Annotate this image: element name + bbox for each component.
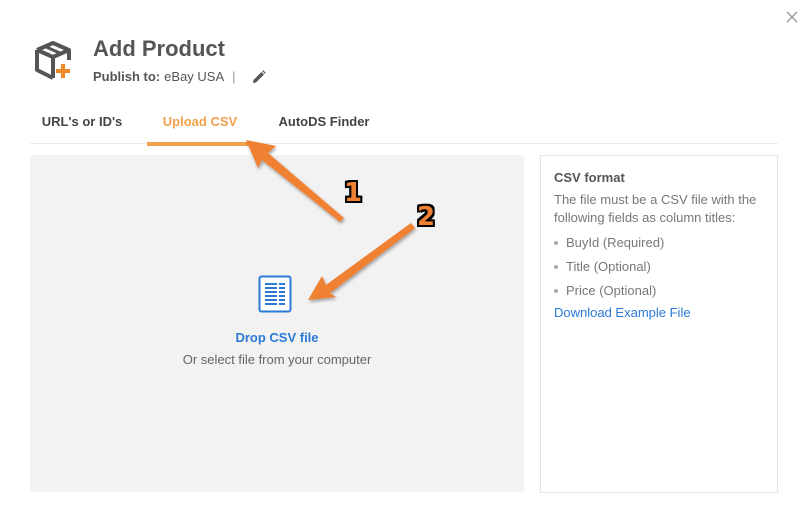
list-item: BuyId (Required)	[554, 231, 764, 255]
separator: |	[232, 69, 236, 84]
csv-file-icon	[258, 275, 292, 313]
publish-label: Publish to:	[93, 69, 161, 84]
csv-field-list: BuyId (Required) Title (Optional) Price …	[554, 231, 764, 303]
package-add-icon	[35, 41, 71, 80]
publish-to: Publish to: eBay USA |	[93, 69, 266, 84]
close-button[interactable]	[784, 9, 800, 25]
csv-dropzone[interactable]: Drop CSV file Or select file from your c…	[30, 155, 524, 492]
select-file-hint: Or select file from your computer	[182, 352, 372, 367]
tab-upload-csv[interactable]: Upload CSV	[147, 107, 253, 146]
annotation-number-1: 1	[344, 178, 363, 208]
drop-csv-title: Drop CSV file	[235, 330, 319, 345]
csv-format-heading: CSV format	[554, 170, 625, 185]
pencil-icon[interactable]	[252, 69, 266, 84]
tab-autods-finder[interactable]: AutoDS Finder	[266, 107, 382, 144]
bullet-icon	[554, 240, 558, 245]
publish-marketplace: eBay USA	[164, 69, 225, 84]
csv-format-description: The file must be a CSV file with the fol…	[554, 192, 757, 225]
tab-urls-or-ids[interactable]: URL's or ID's	[30, 107, 134, 144]
tab-bar: URL's or ID's Upload CSV AutoDS Finder	[30, 107, 778, 146]
download-example-link[interactable]: Download Example File	[554, 305, 764, 320]
bullet-icon	[554, 288, 558, 293]
annotation-number-2: 2	[417, 202, 436, 232]
list-item: Price (Optional)	[554, 279, 764, 303]
bullet-icon	[554, 264, 558, 269]
close-icon	[786, 11, 798, 23]
csv-format-panel: CSV format The file must be a CSV file w…	[540, 155, 778, 493]
list-item: Title (Optional)	[554, 255, 764, 279]
dialog-title: Add Product	[93, 36, 225, 61]
